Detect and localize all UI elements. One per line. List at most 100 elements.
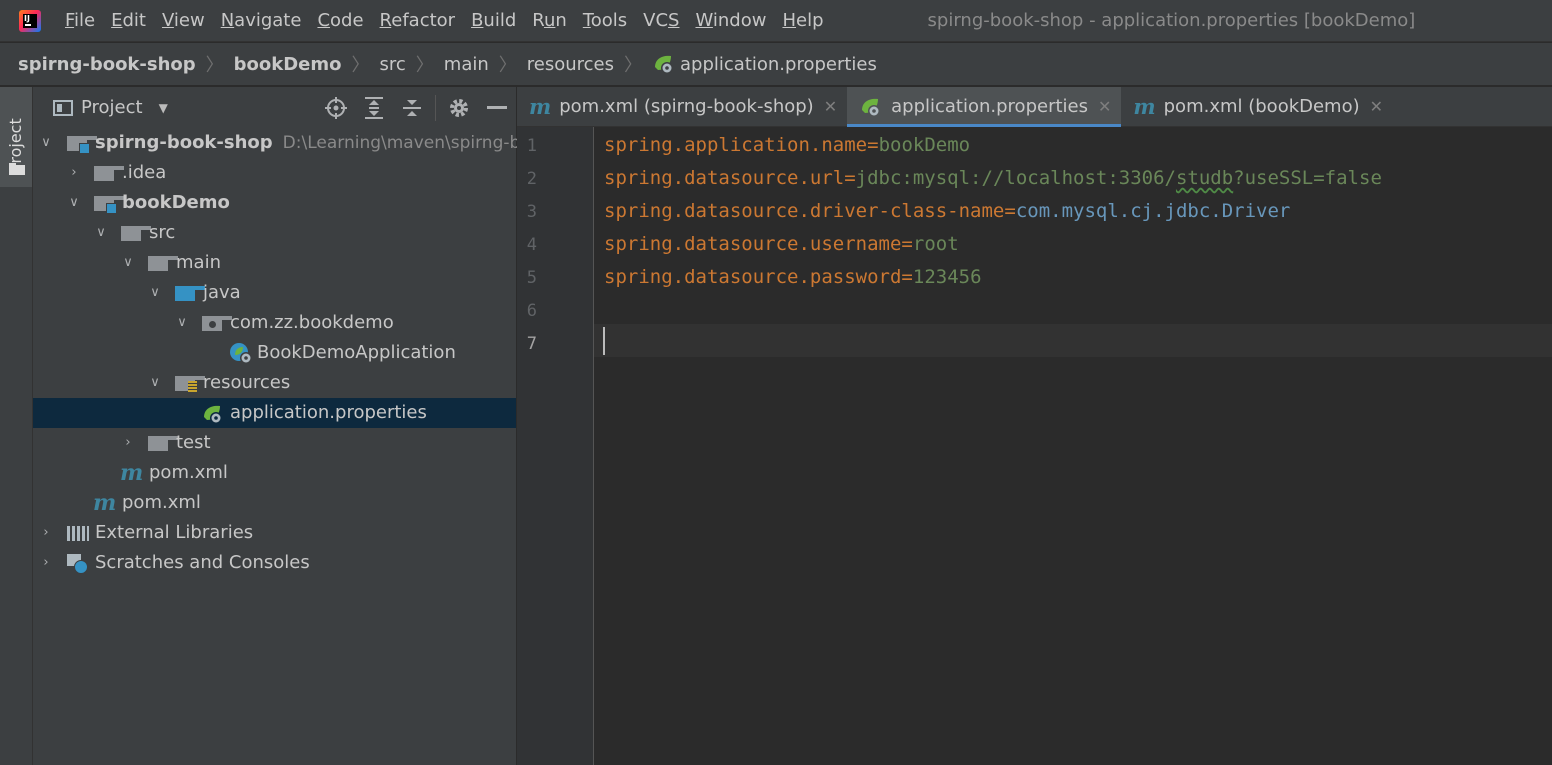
breadcrumb-separator: 〉 — [415, 55, 434, 76]
project-panel-header: Project ▼ — [33, 87, 516, 128]
menu-item[interactable]: Refactor — [380, 10, 456, 31]
property-equals: = — [1004, 200, 1016, 222]
menu-item[interactable]: Run — [532, 10, 567, 31]
menu-item[interactable]: File — [65, 10, 95, 31]
menu-item[interactable]: Navigate — [221, 10, 302, 31]
close-icon[interactable]: ✕ — [1370, 97, 1383, 116]
tree-item-label: resources — [203, 372, 291, 393]
code-line[interactable]: spring.datasource.driver-class-name=com.… — [604, 200, 1290, 222]
tree-item-resources[interactable]: ∨ resources — [33, 368, 516, 398]
chevron-down-icon[interactable]: ∨ — [148, 375, 162, 390]
spring-boot-class-icon — [230, 343, 252, 364]
code-line[interactable]: spring.datasource.url=jdbc:mysql://local… — [604, 167, 1382, 189]
property-key: spring.datasource.password — [604, 266, 902, 288]
tool-window-stripe: Project — [0, 87, 33, 765]
breadcrumb-item-file[interactable]: application.properties — [652, 53, 877, 75]
tab-application-properties[interactable]: application.properties ✕ — [847, 87, 1122, 127]
current-line-highlight — [594, 324, 1552, 357]
locate-icon[interactable] — [317, 87, 355, 128]
close-icon[interactable]: ✕ — [1098, 97, 1111, 116]
folder-icon — [9, 163, 25, 175]
line-number: 2 — [526, 169, 537, 189]
tree-item-app-properties[interactable]: application.properties — [33, 398, 516, 428]
maven-icon: m — [529, 94, 552, 119]
chevron-down-icon[interactable]: ∨ — [39, 135, 53, 150]
line-number: 5 — [526, 268, 537, 288]
tree-item-src[interactable]: ∨ src — [33, 218, 516, 248]
tab-pom-bookdemo[interactable]: m pom.xml (bookDemo) ✕ — [1121, 87, 1393, 126]
code-editor[interactable]: spring.application.name=bookDemo spring.… — [594, 127, 1552, 765]
tree-item-root[interactable]: ∨ spirng-book-shop D:\Learning\maven\spir… — [33, 128, 520, 158]
close-icon[interactable]: ✕ — [824, 97, 837, 116]
gear-icon[interactable] — [440, 87, 478, 128]
tree-item-external-libraries[interactable]: › External Libraries — [33, 518, 516, 548]
project-tool-button[interactable]: Project — [0, 87, 32, 187]
root-label: spirng-book-shop — [95, 132, 273, 153]
module-folder-icon — [67, 136, 97, 154]
scratches-icon — [67, 554, 88, 574]
tree-item-label: java — [203, 282, 241, 303]
tree-item-package[interactable]: ∨ com.zz.bookdemo — [33, 308, 516, 338]
chevron-down-icon[interactable]: ∨ — [148, 285, 162, 300]
breadcrumb-item-main[interactable]: main — [444, 54, 489, 75]
breadcrumb-item-resources[interactable]: resources — [527, 54, 614, 75]
menu-item[interactable]: Build — [471, 10, 516, 31]
typo-highlight: studb — [1175, 167, 1234, 189]
tree-item-app-class[interactable]: BookDemoApplication — [33, 338, 516, 368]
chevron-right-icon[interactable]: › — [39, 525, 53, 540]
collapse-all-icon[interactable] — [393, 87, 431, 128]
tree-item-pom-module[interactable]: m pom.xml — [33, 458, 516, 488]
menu-item[interactable]: Tools — [583, 10, 627, 31]
menu-item[interactable]: Code — [317, 10, 363, 31]
chevron-down-icon[interactable]: ∨ — [67, 195, 81, 210]
tree-item-label: pom.xml — [122, 492, 201, 513]
tree-item-label: src — [149, 222, 176, 243]
tree-item-main[interactable]: ∨ main — [33, 248, 516, 278]
menu-item[interactable]: Edit — [111, 10, 146, 31]
tree-item-label: main — [176, 252, 221, 273]
breadcrumb-item-src[interactable]: src — [380, 54, 406, 75]
breadcrumb-separator: 〉 — [351, 55, 370, 76]
tree-item-scratches[interactable]: › Scratches and Consoles — [33, 548, 516, 578]
chevron-right-icon[interactable]: › — [39, 555, 53, 570]
tree-item-java[interactable]: ∨ java — [33, 278, 516, 308]
chevron-down-icon[interactable]: ∨ — [175, 315, 189, 330]
project-view-icon — [53, 99, 73, 116]
tree-item-label: .idea — [122, 162, 167, 183]
menu-item[interactable]: View — [162, 10, 205, 31]
intellij-logo-icon[interactable]: IJ — [19, 9, 41, 32]
window-title: spirng-book-shop - application.propertie… — [927, 10, 1416, 31]
property-equals: = — [867, 134, 879, 156]
chevron-right-icon[interactable]: › — [67, 165, 81, 180]
property-value: com.mysql.cj.jdbc.Driver — [1015, 200, 1291, 222]
chevron-down-icon[interactable]: ∨ — [121, 255, 135, 270]
code-line[interactable]: spring.application.name=bookDemo — [604, 134, 970, 156]
hide-panel-icon[interactable] — [478, 87, 516, 128]
chevron-right-icon[interactable]: › — [121, 435, 135, 450]
tree-item-bookdemo[interactable]: ∨ bookDemo — [33, 188, 516, 218]
tree-item-test[interactable]: › test — [33, 428, 516, 458]
libraries-icon — [67, 526, 89, 541]
editor-gutter[interactable]: 1 2 3 4 5 6 7 — [517, 127, 594, 765]
spring-boot-icon — [862, 98, 881, 117]
menu-item[interactable]: Window — [695, 10, 766, 31]
tree-item-idea[interactable]: › .idea — [33, 158, 516, 188]
tree-item-pom-root[interactable]: m pom.xml — [33, 488, 516, 518]
chevron-down-icon[interactable]: ▼ — [159, 101, 168, 115]
expand-all-icon[interactable] — [355, 87, 393, 128]
logo-text: IJ — [24, 13, 30, 23]
tab-label: pom.xml (bookDemo) — [1163, 96, 1360, 117]
code-line[interactable]: spring.datasource.username=root — [604, 233, 959, 255]
breadcrumb-item-project[interactable]: spirng-book-shop — [18, 54, 196, 75]
chevron-down-icon[interactable]: ∨ — [94, 225, 108, 240]
project-panel-title[interactable]: Project — [81, 97, 143, 118]
breadcrumb: spirng-book-shop 〉 bookDemo 〉 src 〉 main… — [0, 43, 1552, 86]
menu-bar: IJ File Edit View Navigate Code Refactor Build… — [0, 0, 1552, 42]
project-panel: Project ▼ ∨ spirng-book-shop D:\Learning… — [33, 87, 520, 765]
property-equals: = — [844, 167, 856, 189]
breadcrumb-item-module[interactable]: bookDemo — [234, 54, 342, 75]
menu-item[interactable]: Help — [782, 10, 823, 31]
menu-item[interactable]: VCS — [643, 10, 679, 31]
code-line[interactable]: spring.datasource.password=123456 — [604, 266, 982, 288]
tab-pom-root[interactable]: m pom.xml (spirng-book-shop) ✕ — [517, 87, 847, 126]
